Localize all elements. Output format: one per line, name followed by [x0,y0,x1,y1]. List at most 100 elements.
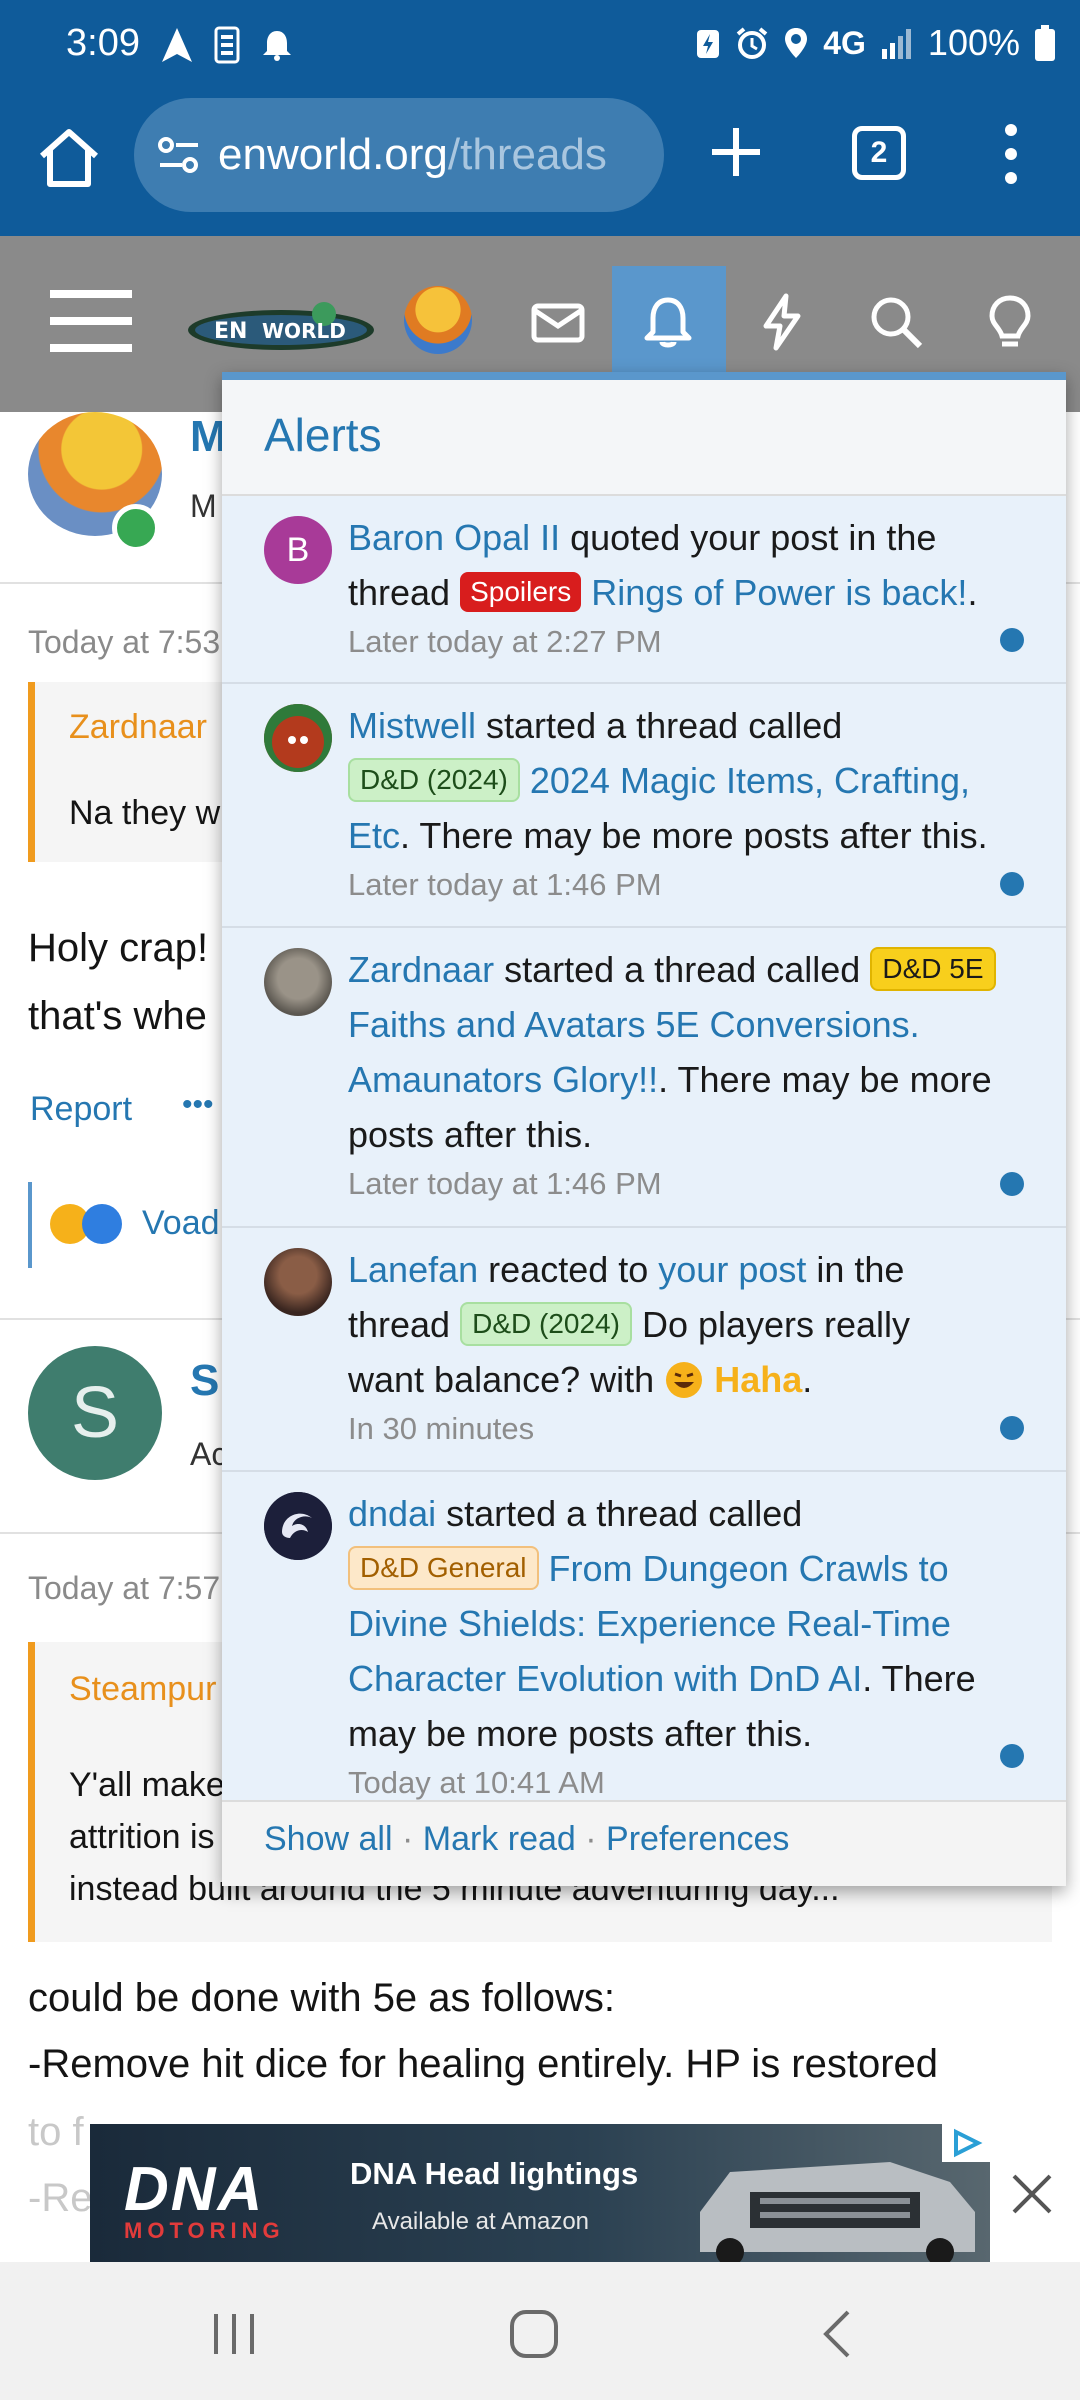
alert-text: dndai started a thread called D&D Genera… [348,1486,996,1761]
url-domain: enworld.org [218,130,448,179]
quote-text: Y'all make [69,1766,225,1804]
search-icon[interactable] [866,292,926,352]
unread-indicator-dot[interactable] [1000,1172,1024,1196]
alert-user[interactable]: Zardnaar [348,949,494,990]
home-nav-icon[interactable] [504,2304,564,2364]
alert-text: Lanefan reacted to your post in the thre… [348,1242,996,1407]
recent-apps-icon[interactable] [204,2304,264,2364]
alarm-icon [736,27,768,59]
alert-user[interactable]: dndai [348,1493,436,1534]
close-ad-icon[interactable] [1010,2172,1054,2216]
online-status-badge [112,504,160,552]
like-reaction-icon [82,1204,122,1244]
alert-item[interactable]: Mistwell started a thread called D&D (20… [222,684,1066,928]
address-bar[interactable]: enworld.org/threads [134,98,664,212]
status-left-icons [162,26,292,64]
more-menu-icon[interactable] [996,122,1026,186]
footer-separator: · [585,1820,597,1858]
mark-read-link[interactable]: Mark read [423,1820,576,1858]
alert-avatar[interactable] [264,948,332,1016]
home-icon[interactable] [36,126,102,192]
en-world-logo[interactable]: EN WORLD [186,300,376,356]
alert-avatar[interactable] [264,1492,332,1560]
post-body-line: Holy crap! [28,926,209,970]
haha-emoji-icon [666,1362,703,1398]
alert-avatar[interactable]: B [264,516,332,584]
alert-time: Later today at 1:46 PM [348,1166,662,1201]
show-all-link[interactable]: Show all [264,1820,393,1858]
ad-title: DNA Head lightings [350,2156,639,2191]
alerts-footer: Show all · Mark read · Preferences [222,1800,1066,1886]
alert-user[interactable]: Baron Opal II [348,517,560,558]
reaction-name: Haha [714,1359,803,1400]
unread-indicator-dot[interactable] [1000,1744,1024,1768]
quote-text: attrition is [69,1818,215,1856]
alert-user[interactable]: Mistwell [348,705,476,746]
battery-saver-icon [697,30,720,58]
navigation-arrow-icon [162,28,192,62]
ad-banner[interactable]: DNA MOTORING DNA Head lightings Availabl… [90,2124,990,2262]
whats-new-bolt-icon[interactable] [752,292,812,352]
alert-user[interactable]: Lanefan [348,1249,478,1290]
quote-author[interactable]: Zardnaar [69,708,207,747]
meatball-avatar-icon [264,704,332,772]
battery-icon [1035,25,1055,61]
hamburger-menu-icon[interactable] [50,288,132,354]
status-bar: 3:09 4G 100% [0,0,1080,92]
alert-avatar[interactable] [264,1248,332,1316]
alert-post-link[interactable]: your post [658,1249,806,1290]
lightbulb-icon[interactable] [980,292,1040,352]
more-options-link[interactable]: ••• [182,1088,214,1122]
notification-bell-icon [263,31,291,61]
post-author-avatar[interactable]: S [28,1346,162,1480]
post-time[interactable]: Today at 7:53 [28,624,220,661]
status-right-icons: 4G 100% [695,22,1056,64]
alert-action: started a thread called [446,1493,803,1534]
alert-item[interactable]: dndai started a thread called D&D Genera… [222,1472,1066,1802]
network-type: 4G [823,24,866,61]
site-settings-icon[interactable] [156,135,202,175]
unread-indicator-dot[interactable] [1000,872,1024,896]
user-avatar[interactable] [404,286,472,354]
alert-text: Mistwell started a thread called D&D (20… [348,698,996,863]
system-navigation-bar [0,2262,1080,2400]
alert-action: started a thread called [504,949,861,990]
alert-item[interactable]: Zardnaar started a thread called D&D 5E … [222,928,1066,1228]
preferences-link[interactable]: Preferences [606,1820,789,1858]
inbox-envelope-icon[interactable] [528,292,588,352]
svg-text:WORLD: WORLD [262,319,346,343]
alert-text: Zardnaar started a thread called D&D 5E … [348,942,996,1162]
post-body-line: -Remove hit dice for healing entirely. H… [28,2042,939,2086]
ad-brand-sub: MOTORING [124,2218,285,2243]
post-body-line: could be done with 5e as follows: [28,1976,616,2020]
post-author-name[interactable]: S [190,1356,219,1406]
unread-indicator-dot[interactable] [1000,628,1024,652]
reactions-bar[interactable]: Voad [28,1182,228,1268]
signal-icon [881,29,911,59]
alert-action: started a thread called [486,705,843,746]
adchoices-icon[interactable] [942,2124,990,2162]
alert-item[interactable]: B Baron Opal II quoted your post in the … [222,496,1066,684]
unread-indicator-dot[interactable] [1000,1416,1024,1440]
alert-item[interactable]: Lanefan reacted to your post in the thre… [222,1228,1066,1472]
alert-time: Later today at 1:46 PM [348,867,662,902]
thread-prefix-tag: Spoilers [460,572,582,612]
dndai-logo-icon [264,1492,332,1560]
thread-prefix-tag: D&D 5E [870,947,996,991]
report-link[interactable]: Report [30,1090,132,1129]
post-time[interactable]: Today at 7:57 [28,1570,220,1607]
alert-avatar[interactable] [264,704,332,772]
alert-thread-link[interactable]: Rings of Power is back! [591,572,967,613]
url-path: /threads [447,130,607,179]
svg-text:EN: EN [214,319,247,344]
new-tab-plus-icon[interactable] [706,122,766,182]
post-body-line: that's whe [28,994,207,1038]
back-nav-icon[interactable] [808,2304,868,2364]
post-author-role: M [190,488,217,524]
status-time: 3:09 [66,22,140,64]
reaction-user[interactable]: Voad [142,1204,220,1243]
url-text[interactable]: enworld.org/threads [218,130,607,180]
quote-author[interactable]: Steampur [69,1670,216,1709]
tab-switcher-button[interactable]: 2 [852,126,906,180]
alerts-title: Alerts [222,380,1066,496]
